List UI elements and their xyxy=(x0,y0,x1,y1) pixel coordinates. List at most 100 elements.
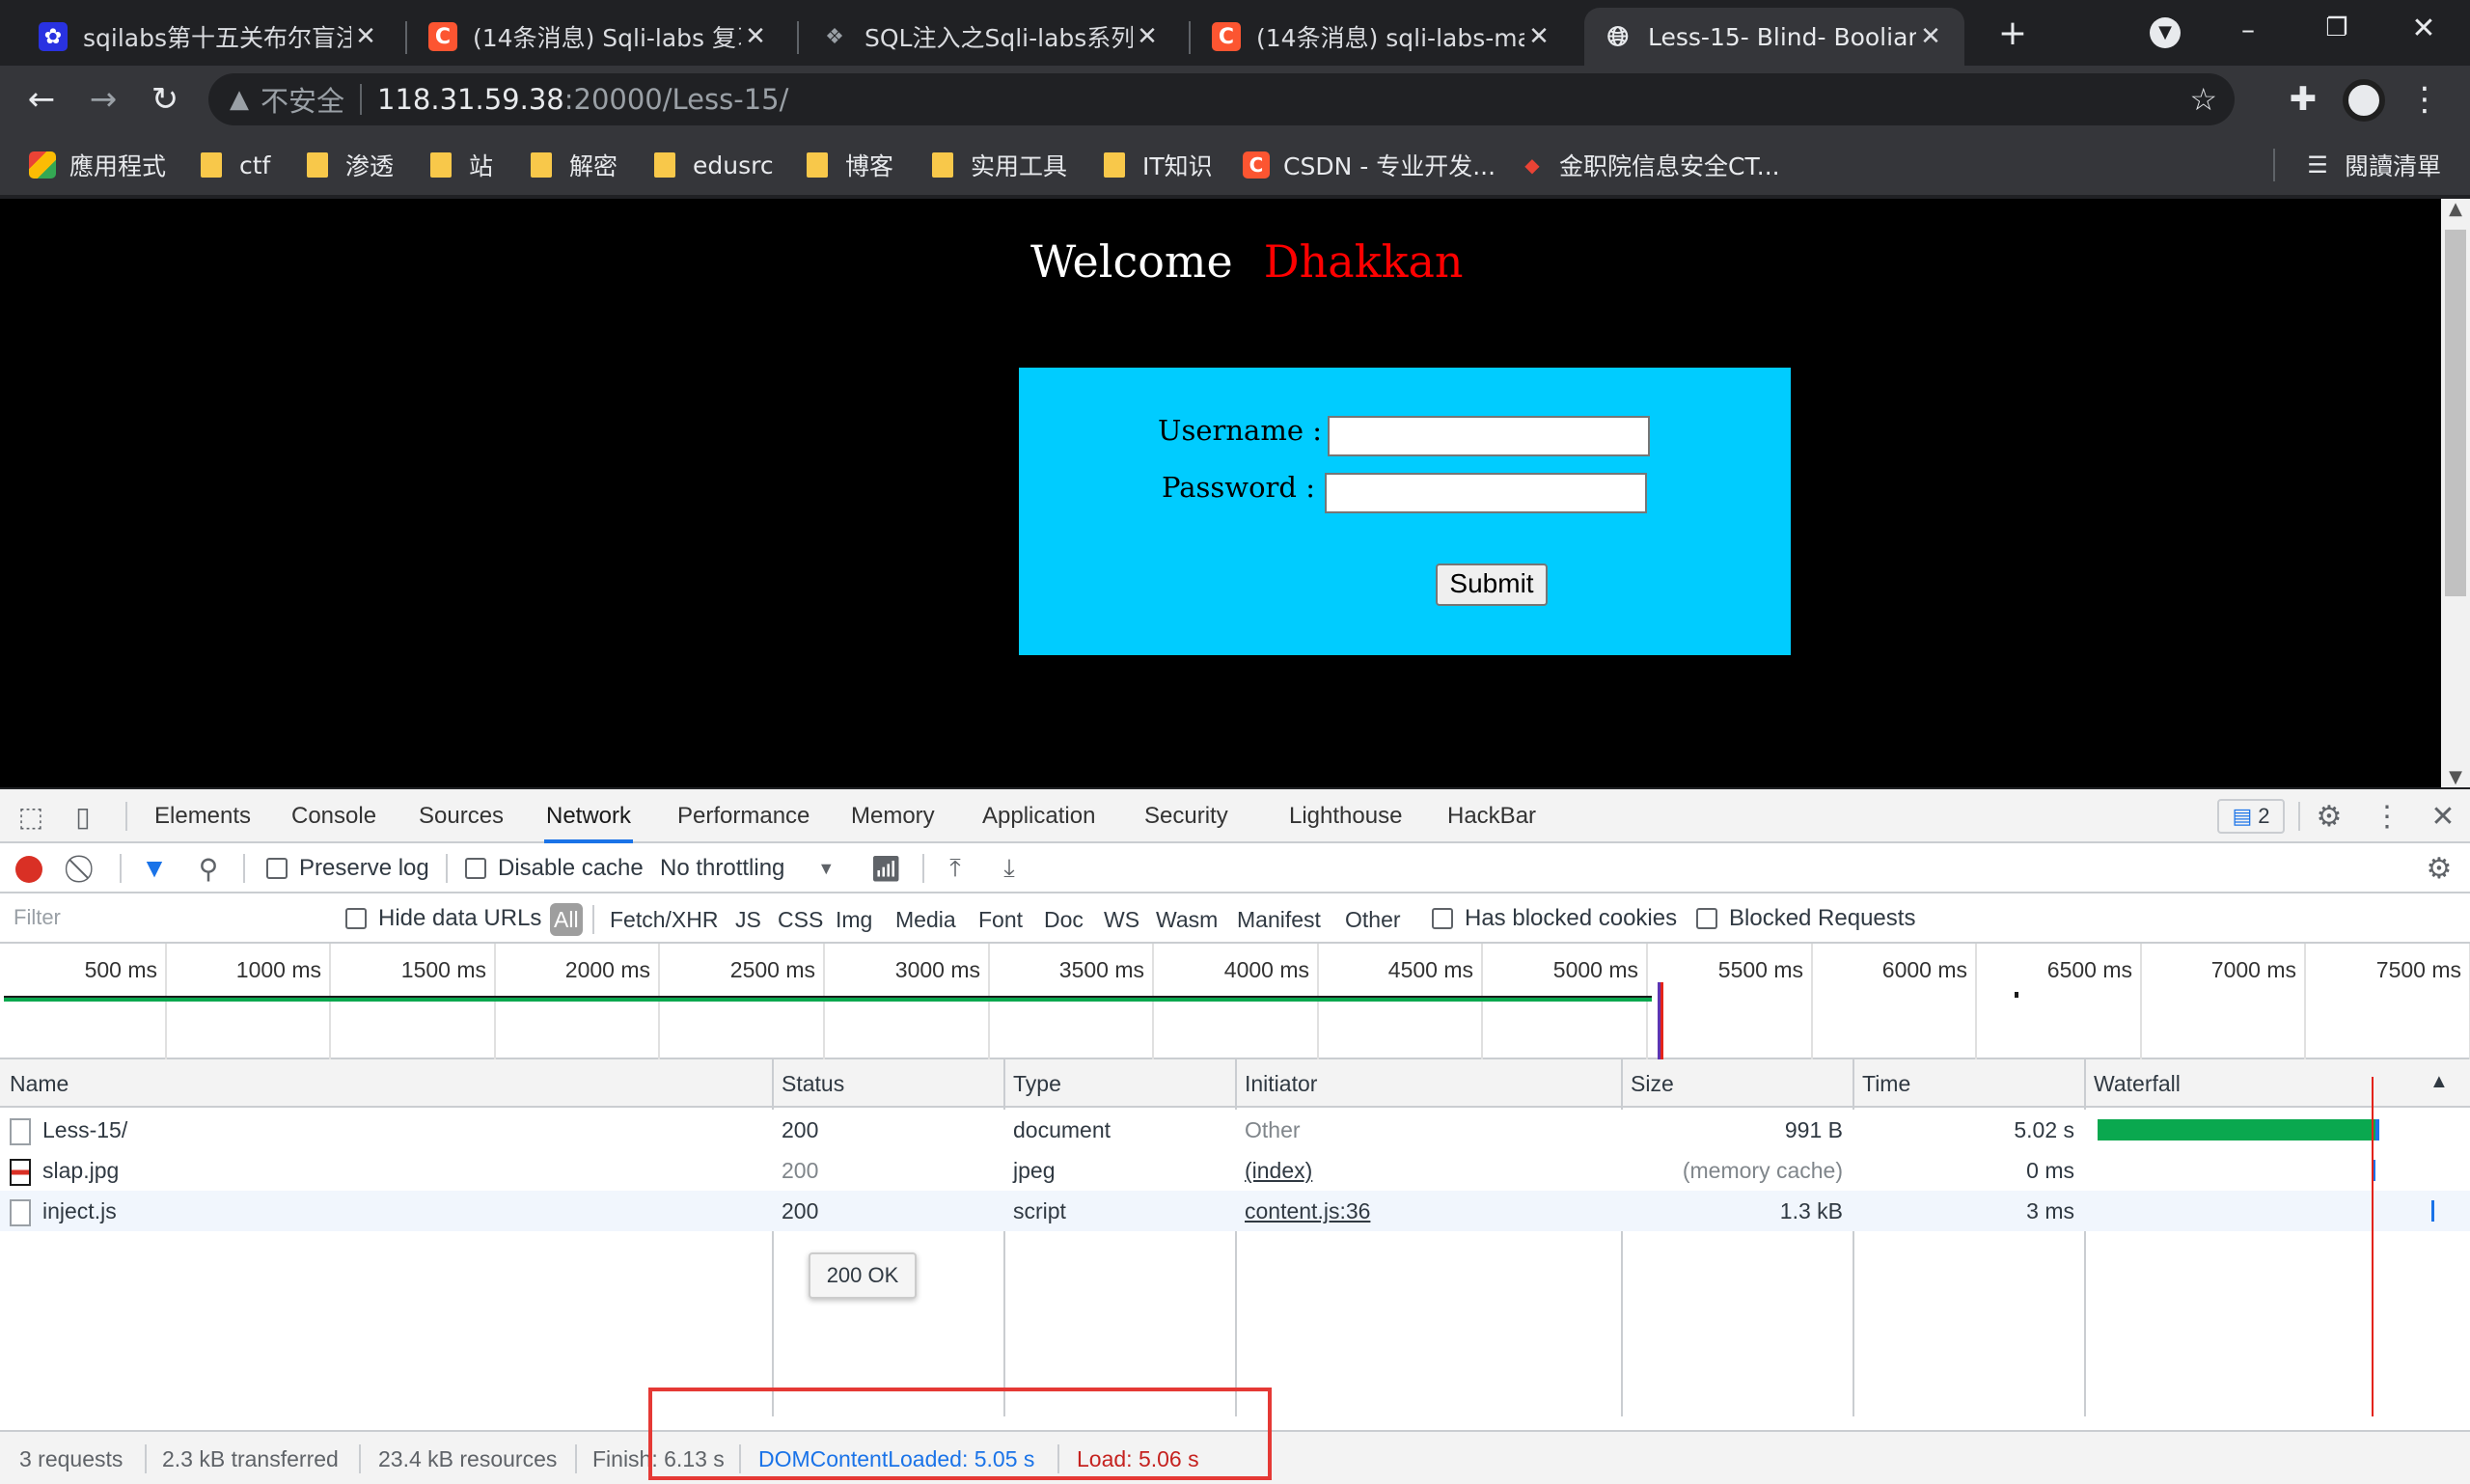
bookmark-folder-blogs[interactable]: 博客 xyxy=(807,147,893,183)
record-icon[interactable] xyxy=(15,856,42,883)
bookmark-folder-it[interactable]: IT知识 xyxy=(1104,147,1213,183)
scroll-up-icon[interactable]: ▲ xyxy=(2441,199,2470,219)
search-icon[interactable]: ⚲ xyxy=(193,853,224,884)
bookmark-folder-edusrc[interactable]: edusrc xyxy=(654,147,774,183)
restore-icon[interactable]: ❐ xyxy=(2319,14,2354,48)
has-blocked-cookies-checkbox[interactable]: Has blocked cookies xyxy=(1432,893,1677,944)
column-name[interactable]: Name xyxy=(0,1059,772,1108)
inspect-element-icon[interactable]: ⬚ xyxy=(14,799,48,834)
bookmark-apps[interactable]: 應用程式 xyxy=(29,147,166,183)
filter-input[interactable]: Filter xyxy=(4,899,322,936)
filter-type-other[interactable]: Other xyxy=(1345,903,1401,936)
close-devtools-icon[interactable]: ✕ xyxy=(2426,799,2460,834)
row-initiator-link[interactable]: content.js:36 xyxy=(1235,1191,1621,1231)
network-overview-timeline[interactable]: 500 ms 1000 ms 1500 ms 2000 ms 2500 ms 3000 m… xyxy=(0,944,2470,1059)
bookmark-folder-ctf[interactable]: ctf xyxy=(201,147,270,183)
tab-network[interactable]: Network xyxy=(544,789,634,843)
close-icon[interactable]: ✕ xyxy=(1524,22,1553,51)
filter-type-manifest[interactable]: Manifest xyxy=(1237,903,1321,936)
column-type[interactable]: Type xyxy=(1003,1059,1235,1108)
filter-type-wasm[interactable]: Wasm xyxy=(1156,903,1218,936)
username-input[interactable] xyxy=(1328,416,1650,456)
close-icon[interactable]: ✕ xyxy=(741,22,770,51)
checkbox-box[interactable] xyxy=(1696,908,1717,929)
bookmark-folder-decrypt[interactable]: 解密 xyxy=(531,147,618,183)
close-window-icon[interactable]: ✕ xyxy=(2404,12,2443,50)
export-har-icon[interactable]: ⤓ xyxy=(994,853,1025,884)
scrollbar-thumb[interactable] xyxy=(2445,230,2466,596)
disable-cache-checkbox[interactable]: Disable cache xyxy=(465,843,644,893)
filter-funnel-icon[interactable]: ▼ xyxy=(139,853,170,884)
tab-sources[interactable]: Sources xyxy=(419,789,504,843)
tab-security[interactable]: Security xyxy=(1144,789,1228,843)
extensions-puzzle-icon[interactable]: ✚ xyxy=(2281,77,2325,122)
forward-arrow-icon[interactable]: → xyxy=(81,77,125,122)
close-icon[interactable]: ✕ xyxy=(1133,22,1162,51)
security-label[interactable]: 不安全 xyxy=(261,79,344,120)
password-input[interactable] xyxy=(1325,473,1647,513)
close-icon[interactable]: ✕ xyxy=(1916,22,1945,51)
bookmark-folder-sites[interactable]: 站 xyxy=(430,147,493,183)
column-waterfall[interactable]: Waterfall xyxy=(2084,1059,2412,1108)
hide-data-urls-checkbox[interactable]: Hide data URLs xyxy=(345,893,541,944)
submit-button[interactable]: Submit xyxy=(1436,563,1548,606)
filter-type-doc[interactable]: Doc xyxy=(1044,903,1084,936)
tab-application[interactable]: Application xyxy=(982,789,1095,843)
import-har-icon[interactable]: ⤒ xyxy=(940,853,971,884)
profile-avatar[interactable] xyxy=(2343,79,2385,122)
minimize-icon[interactable]: – xyxy=(2231,14,2265,48)
back-arrow-icon[interactable]: ← xyxy=(19,77,64,122)
tab-memory[interactable]: Memory xyxy=(851,789,935,843)
close-icon[interactable]: ✕ xyxy=(351,22,380,51)
table-row[interactable]: inject.js 200 script content.js:36 1.3 k… xyxy=(0,1191,2470,1231)
preserve-log-checkbox[interactable]: Preserve log xyxy=(266,843,429,893)
network-conditions-icon[interactable]: 📶︎ xyxy=(868,853,903,884)
bookmark-ctf-site[interactable]: ◆ 金职院信息安全CT... xyxy=(1519,147,1779,183)
bookmark-csdn[interactable]: C CSDN - 专业开发... xyxy=(1243,147,1496,183)
sort-ascending-icon[interactable]: ▲ xyxy=(2429,1071,2449,1093)
filter-type-img[interactable]: Img xyxy=(836,903,872,936)
tab-sqli-labs-series[interactable]: ❖ SQL注入之Sqli-labs系列 ✕ xyxy=(801,8,1181,66)
checkbox-box[interactable] xyxy=(1432,908,1453,929)
filter-type-media[interactable]: Media xyxy=(895,903,956,936)
row-name[interactable]: Less-15/ xyxy=(0,1110,772,1150)
table-row[interactable]: slap.jpg 200 jpeg (index) (memory cache)… xyxy=(0,1150,2470,1191)
row-name[interactable]: slap.jpg xyxy=(0,1150,772,1191)
filter-type-all[interactable]: All xyxy=(550,903,583,936)
network-settings-gear-icon[interactable]: ⚙ xyxy=(2422,853,2456,885)
checkbox-box[interactable] xyxy=(345,908,367,929)
filter-type-js[interactable]: JS xyxy=(735,903,761,936)
tab-console[interactable]: Console xyxy=(291,789,376,843)
row-initiator-link[interactable]: (index) xyxy=(1235,1150,1621,1191)
menu-kebab-icon[interactable]: ⋮ xyxy=(2402,77,2447,122)
filter-type-css[interactable]: CSS xyxy=(778,903,823,936)
filter-type-ws[interactable]: WS xyxy=(1104,903,1139,936)
checkbox-box[interactable] xyxy=(465,858,486,879)
issues-badge[interactable]: ▤ 2 xyxy=(2217,799,2285,834)
blocked-requests-checkbox[interactable]: Blocked Requests xyxy=(1696,893,1915,944)
tab-lighthouse[interactable]: Lighthouse xyxy=(1289,789,1402,843)
tab-performance[interactable]: Performance xyxy=(677,789,810,843)
column-time[interactable]: Time xyxy=(1852,1059,2084,1108)
throttling-select[interactable]: No throttling ▼ xyxy=(660,843,835,893)
column-status[interactable]: Status xyxy=(772,1059,1003,1108)
table-row[interactable]: Less-15/ 200 document Other 991 B 5.02 s xyxy=(0,1110,2470,1150)
checkbox-box[interactable] xyxy=(266,858,288,879)
tab-search-icon[interactable]: ▼ xyxy=(2150,17,2181,48)
column-size[interactable]: Size xyxy=(1621,1059,1852,1108)
address-bar[interactable]: ▲ 不安全 118.31.59.38:20000/Less-15/ ☆ xyxy=(208,73,2235,125)
new-tab-icon[interactable]: + xyxy=(1991,14,2034,56)
clear-icon[interactable]: ⃠ xyxy=(69,853,100,884)
bookmark-star-icon[interactable]: ☆ xyxy=(2189,81,2217,118)
page-scrollbar[interactable]: ▲ ▼ xyxy=(2441,199,2470,787)
tab-csdn-sqli-master[interactable]: C (14条消息) sqli-labs-mas ✕ xyxy=(1193,8,1573,66)
more-options-icon[interactable]: ⋮ xyxy=(2370,799,2404,834)
tab-csdn-sqli-review[interactable]: C (14条消息) Sqli-labs 复习 ✕ xyxy=(409,8,789,66)
column-initiator[interactable]: Initiator xyxy=(1235,1059,1621,1108)
row-name[interactable]: inject.js xyxy=(0,1191,772,1231)
tab-sqilabs-blog[interactable]: ✿ sqilabs第十五关布尔盲注 ✕ xyxy=(19,8,399,66)
reading-list[interactable]: ☰ 閱讀清單 xyxy=(2304,147,2441,183)
filter-type-fetch-xhr[interactable]: Fetch/XHR xyxy=(610,903,718,936)
filter-type-font[interactable]: Font xyxy=(978,903,1023,936)
tab-hackbar[interactable]: HackBar xyxy=(1447,789,1536,843)
